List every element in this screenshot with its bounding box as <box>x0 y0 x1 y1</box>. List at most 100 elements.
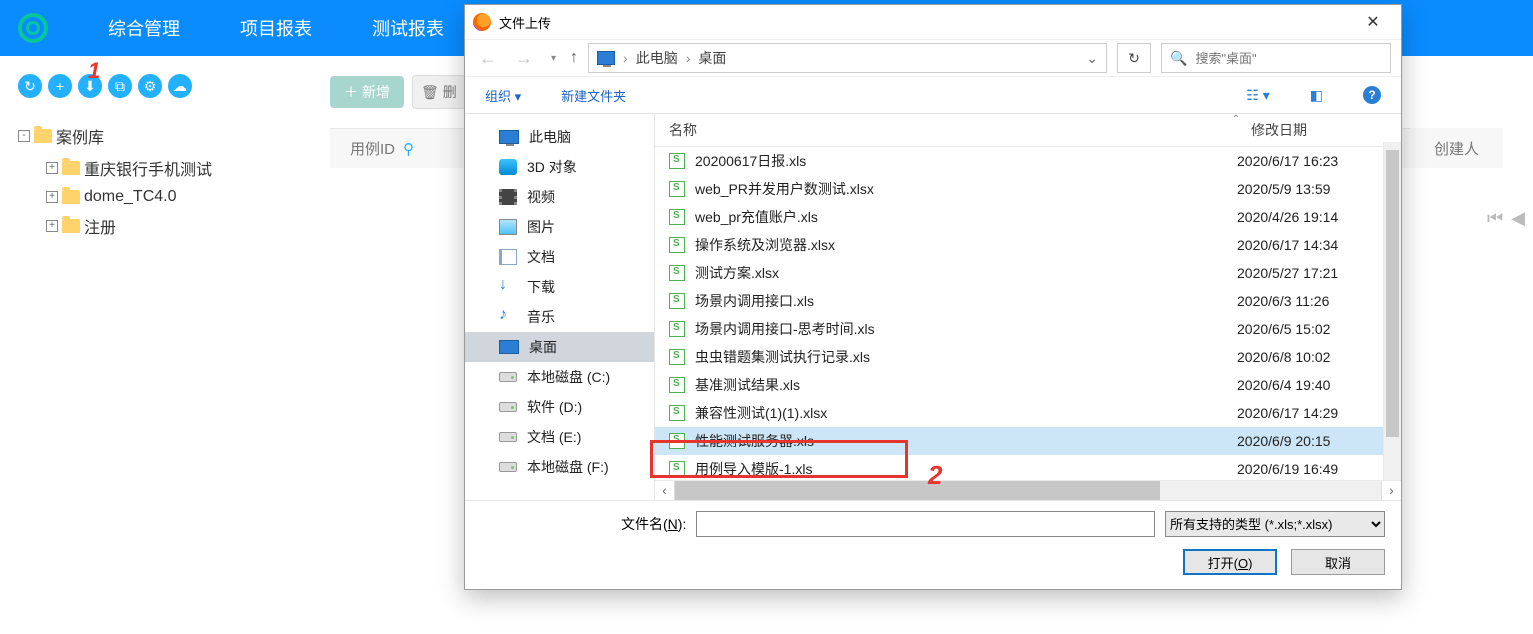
collapse-icon[interactable]: - <box>18 130 30 142</box>
tree-node[interactable]: + dome_TC4.0 <box>18 184 298 210</box>
organize-menu[interactable]: 组织 ▾ <box>485 86 521 105</box>
nav-item[interactable]: 视频 <box>465 182 654 212</box>
h-scrollbar[interactable]: ‹ › <box>655 480 1401 500</box>
prev-page-icon[interactable]: ◀ <box>1511 208 1525 229</box>
file-row[interactable]: 20200617日报.xls2020/6/17 16:23 <box>655 147 1401 175</box>
forward-icon[interactable]: → <box>511 48 537 69</box>
v-scrollbar[interactable] <box>1383 142 1401 480</box>
desk-icon <box>499 340 519 354</box>
scroll-right-icon[interactable]: › <box>1381 481 1401 500</box>
file-row[interactable]: 场景内调用接口-思考时间.xls2020/6/5 15:02 <box>655 315 1401 343</box>
tree-root[interactable]: - 案例库 <box>18 120 298 152</box>
nav-item[interactable]: 综合管理 <box>108 15 180 41</box>
nav-item[interactable]: 本地磁盘 (C:) <box>465 362 654 392</box>
xls-icon <box>669 433 685 449</box>
nav-item[interactable]: 此电脑 <box>465 122 654 152</box>
tree-node[interactable]: +注册 <box>18 210 298 242</box>
file-name: 性能测试服务器.xls <box>695 431 1237 451</box>
nav-item[interactable]: ↓下载 <box>465 272 654 302</box>
preview-pane-icon[interactable]: ◧ <box>1310 87 1323 104</box>
address-dropdown-icon[interactable]: ⌄ <box>1086 50 1098 67</box>
file-name: 兼容性测试(1)(1).xlsx <box>695 403 1237 423</box>
back-icon[interactable]: ← <box>475 48 501 69</box>
delete-button[interactable]: 🗑 删 <box>412 75 466 109</box>
dialog-title: 文件上传 <box>499 13 551 32</box>
expand-icon[interactable]: + <box>46 162 58 174</box>
filetype-select[interactable]: 所有支持的类型 (*.xls;*.xlsx) <box>1165 511 1385 537</box>
nav-label: 图片 <box>527 217 555 237</box>
nav-item[interactable]: ♪音乐 <box>465 302 654 332</box>
first-page-icon[interactable]: ⏮ <box>1487 208 1503 229</box>
nav-item[interactable]: 项目报表 <box>240 15 312 41</box>
file-row[interactable]: 虫虫错题集测试执行记录.xls2020/6/8 10:02 <box>655 343 1401 371</box>
col-date[interactable]: 修改日期 <box>1251 114 1401 146</box>
nav-item[interactable]: 软件 (D:) <box>465 392 654 422</box>
file-row[interactable]: 兼容性测试(1)(1).xlsx2020/6/17 14:29 <box>655 399 1401 427</box>
search-input[interactable] <box>1195 51 1382 66</box>
folder-icon <box>62 161 80 175</box>
filter-icon[interactable]: ⚲ <box>403 140 414 158</box>
search-box[interactable]: 🔍 <box>1161 43 1391 73</box>
scroll-left-icon[interactable]: ‹ <box>655 481 675 500</box>
new-button[interactable]: ＋ 新增 <box>330 76 404 108</box>
nav-item[interactable]: 图片 <box>465 212 654 242</box>
history-dropdown[interactable]: ▾ <box>547 53 560 64</box>
nav-item[interactable]: 文档 (E:) <box>465 422 654 452</box>
nav-item[interactable]: 桌面 <box>465 332 654 362</box>
vid-icon <box>499 189 517 205</box>
file-name: 虫虫错题集测试执行记录.xls <box>695 347 1237 367</box>
action-toolbar: ↻ + ⬇ ⧉ ⚙ ☁ <box>18 74 192 98</box>
search-icon: 🔍 <box>1170 50 1187 67</box>
filename-input[interactable] <box>696 511 1155 537</box>
view-mode-icon[interactable]: ☷ ▾ <box>1246 87 1269 104</box>
nav-item[interactable]: 测试报表 <box>372 15 444 41</box>
nav-item[interactable]: 本地磁盘 (F:) <box>465 452 654 482</box>
help-icon[interactable]: ? <box>1363 86 1381 104</box>
scroll-thumb[interactable] <box>1386 150 1399 437</box>
file-row[interactable]: 性能测试服务器.xls2020/6/9 20:15 <box>655 427 1401 455</box>
nav-label: 文档 (E:) <box>527 427 581 447</box>
nav-label: 下载 <box>527 277 555 297</box>
file-row[interactable]: web_PR并发用户数测试.xlsx2020/5/9 13:59 <box>655 175 1401 203</box>
expand-icon[interactable]: + <box>46 191 58 203</box>
settings-icon[interactable]: ⚙ <box>138 74 162 98</box>
thispc-icon <box>597 51 615 65</box>
file-row[interactable]: 操作系统及浏览器.xlsx2020/6/17 14:34 <box>655 231 1401 259</box>
cancel-button[interactable]: 取消 <box>1291 549 1385 575</box>
annotation-2: 2 <box>928 460 942 491</box>
refresh-button[interactable]: ↻ <box>1117 43 1151 73</box>
scroll-thumb[interactable] <box>675 481 1160 500</box>
nav-item[interactable]: 文档 <box>465 242 654 272</box>
up-icon[interactable]: ↑ <box>570 49 578 67</box>
app-logo <box>18 13 48 43</box>
newfolder-button[interactable]: 新建文件夹 <box>561 86 626 105</box>
chevron-right-icon: › <box>623 50 628 66</box>
file-date: 2020/5/9 13:59 <box>1237 181 1387 197</box>
refresh-icon[interactable]: ↻ <box>18 74 42 98</box>
file-row[interactable]: 用例导入模版-1.xls2020/6/19 16:49 <box>655 455 1401 480</box>
copy-icon[interactable]: ⧉ <box>108 74 132 98</box>
tree-label: dome_TC4.0 <box>84 188 177 206</box>
expand-icon[interactable]: + <box>46 220 58 232</box>
breadcrumb-item[interactable]: 桌面 <box>698 48 726 68</box>
tree-node[interactable]: +重庆银行手机测试 <box>18 152 298 184</box>
address-bar[interactable]: › 此电脑 › 桌面 ⌄ <box>588 43 1107 73</box>
file-row[interactable]: 场景内调用接口.xls2020/6/3 11:26 <box>655 287 1401 315</box>
nav-label: 音乐 <box>527 307 555 327</box>
nav-item[interactable]: 3D 对象 <box>465 152 654 182</box>
nav-label: 本地磁盘 (C:) <box>527 367 610 387</box>
drive-icon <box>499 432 517 442</box>
col-name[interactable]: 名称 <box>655 114 1221 146</box>
file-date: 2020/5/27 17:21 <box>1237 265 1387 281</box>
file-date: 2020/6/17 16:23 <box>1237 153 1387 169</box>
open-button[interactable]: 打开(O) <box>1183 549 1277 575</box>
file-row[interactable]: 测试方案.xlsx2020/5/27 17:21 <box>655 259 1401 287</box>
nav-label: 桌面 <box>529 337 557 357</box>
add-icon[interactable]: + <box>48 74 72 98</box>
file-row[interactable]: web_pr充值账户.xls2020/4/26 19:14 <box>655 203 1401 231</box>
close-button[interactable]: ✕ <box>1353 5 1393 39</box>
breadcrumb-item[interactable]: 此电脑 <box>636 48 678 68</box>
file-row[interactable]: 基准测试结果.xls2020/6/4 19:40 <box>655 371 1401 399</box>
dialog-toolbar: 组织 ▾ 新建文件夹 ☷ ▾ ◧ ? <box>465 77 1401 113</box>
cloud-icon[interactable]: ☁ <box>168 74 192 98</box>
